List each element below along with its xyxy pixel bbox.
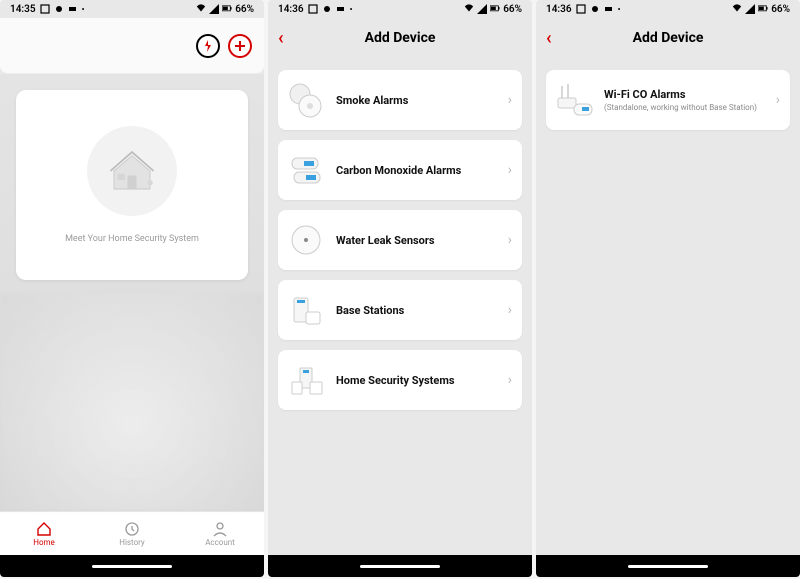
status-dot-icon: •	[82, 5, 85, 14]
status-app2-icon	[336, 4, 346, 14]
status-time: 14:36	[546, 4, 572, 15]
add-device-badge[interactable]	[228, 34, 252, 58]
battery-icon	[758, 4, 768, 14]
tab-account[interactable]: Account	[176, 512, 264, 555]
tab-history[interactable]: History	[88, 512, 176, 555]
status-bar: 14:36 • 66%	[268, 0, 532, 18]
status-app-icon	[590, 4, 600, 14]
subcategory-list: Wi-Fi CO Alarms (Standalone, working wit…	[536, 58, 800, 555]
signal-icon	[745, 4, 755, 14]
lightning-badge[interactable]	[196, 34, 220, 58]
home-tagline: Meet Your Home Security System	[65, 234, 199, 244]
wifi-co-alarm-icon	[554, 80, 594, 120]
row-smoke-alarms[interactable]: Smoke Alarms ›	[278, 70, 522, 130]
tab-history-label: History	[119, 538, 144, 547]
row-label: Smoke Alarms	[336, 94, 408, 107]
status-app-icon	[322, 4, 332, 14]
status-bar: 14:35 • 66%	[0, 0, 264, 18]
co-alarm-icon	[286, 150, 326, 190]
row-wifi-co-alarms[interactable]: Wi-Fi CO Alarms (Standalone, working wit…	[546, 70, 790, 130]
status-time: 14:36	[278, 4, 304, 15]
tab-home[interactable]: Home	[0, 512, 88, 555]
water-leak-icon	[286, 220, 326, 260]
home-empty-card[interactable]: Meet Your Home Security System	[16, 90, 248, 280]
battery-icon	[222, 4, 232, 14]
header: ‹ Add Device	[268, 18, 532, 58]
row-base-stations[interactable]: Base Stations ›	[278, 280, 522, 340]
row-water-leak[interactable]: Water Leak Sensors ›	[278, 210, 522, 270]
chevron-right-icon: ›	[508, 302, 512, 318]
chevron-right-icon: ›	[508, 232, 512, 248]
wifi-icon	[464, 4, 474, 14]
battery-pct: 66%	[235, 4, 254, 15]
wifi-icon	[196, 4, 206, 14]
home-topbar	[0, 18, 264, 74]
category-list: Smoke Alarms › Carbon Monoxide Alarms › …	[268, 58, 532, 555]
status-app2-icon	[604, 4, 614, 14]
signal-icon	[209, 4, 219, 14]
status-app-icon	[54, 4, 64, 14]
home-icon	[36, 521, 52, 537]
screen-add-device-wifi-co: 14:36 • 66% ‹ Add Device	[536, 0, 800, 577]
status-time: 14:35	[10, 4, 36, 15]
screen-home: 14:35 • 66%	[0, 0, 264, 577]
battery-pct: 66%	[771, 4, 790, 15]
battery-pct: 66%	[503, 4, 522, 15]
chevron-right-icon: ›	[508, 92, 512, 108]
home-body: Meet Your Home Security System	[0, 74, 264, 511]
page-title: Add Device	[633, 30, 704, 46]
wifi-icon	[732, 4, 742, 14]
chevron-right-icon: ›	[508, 372, 512, 388]
status-notif-icon	[308, 4, 318, 14]
tab-account-label: Account	[205, 538, 235, 547]
row-label: Water Leak Sensors	[336, 234, 435, 247]
tab-bar: Home History Account	[0, 511, 264, 555]
tab-home-label: Home	[33, 538, 55, 547]
header: ‹ Add Device	[536, 18, 800, 58]
row-label: Base Stations	[336, 304, 404, 317]
back-button[interactable]: ‹	[278, 28, 284, 49]
account-icon	[212, 521, 228, 537]
status-dot-icon: •	[618, 5, 621, 14]
page-title: Add Device	[365, 30, 436, 46]
android-navbar	[0, 555, 264, 577]
row-sublabel: (Standalone, working without Base Statio…	[604, 103, 766, 112]
status-bar: 14:36 • 66%	[536, 0, 800, 18]
row-label: Wi-Fi CO Alarms	[604, 88, 685, 101]
back-button[interactable]: ‹	[546, 28, 552, 49]
android-navbar	[268, 555, 532, 577]
row-label: Home Security Systems	[336, 374, 455, 387]
history-icon	[124, 521, 140, 537]
row-home-security[interactable]: Home Security Systems ›	[278, 350, 522, 410]
status-app2-icon	[68, 4, 78, 14]
smoke-alarm-icon	[286, 80, 326, 120]
status-dot-icon: •	[350, 5, 353, 14]
chevron-right-icon: ›	[776, 92, 780, 108]
row-label: Carbon Monoxide Alarms	[336, 164, 461, 177]
status-notif-icon	[576, 4, 586, 14]
status-notif-icon	[40, 4, 50, 14]
signal-icon	[477, 4, 487, 14]
android-navbar	[536, 555, 800, 577]
base-station-icon	[286, 290, 326, 330]
battery-icon	[490, 4, 500, 14]
chevron-right-icon: ›	[508, 162, 512, 178]
home-security-icon	[286, 360, 326, 400]
house-illustration	[87, 126, 177, 216]
screen-add-device-categories: 14:36 • 66% ‹ Add Device Smoke Alarms ›	[268, 0, 532, 577]
row-co-alarms[interactable]: Carbon Monoxide Alarms ›	[278, 140, 522, 200]
